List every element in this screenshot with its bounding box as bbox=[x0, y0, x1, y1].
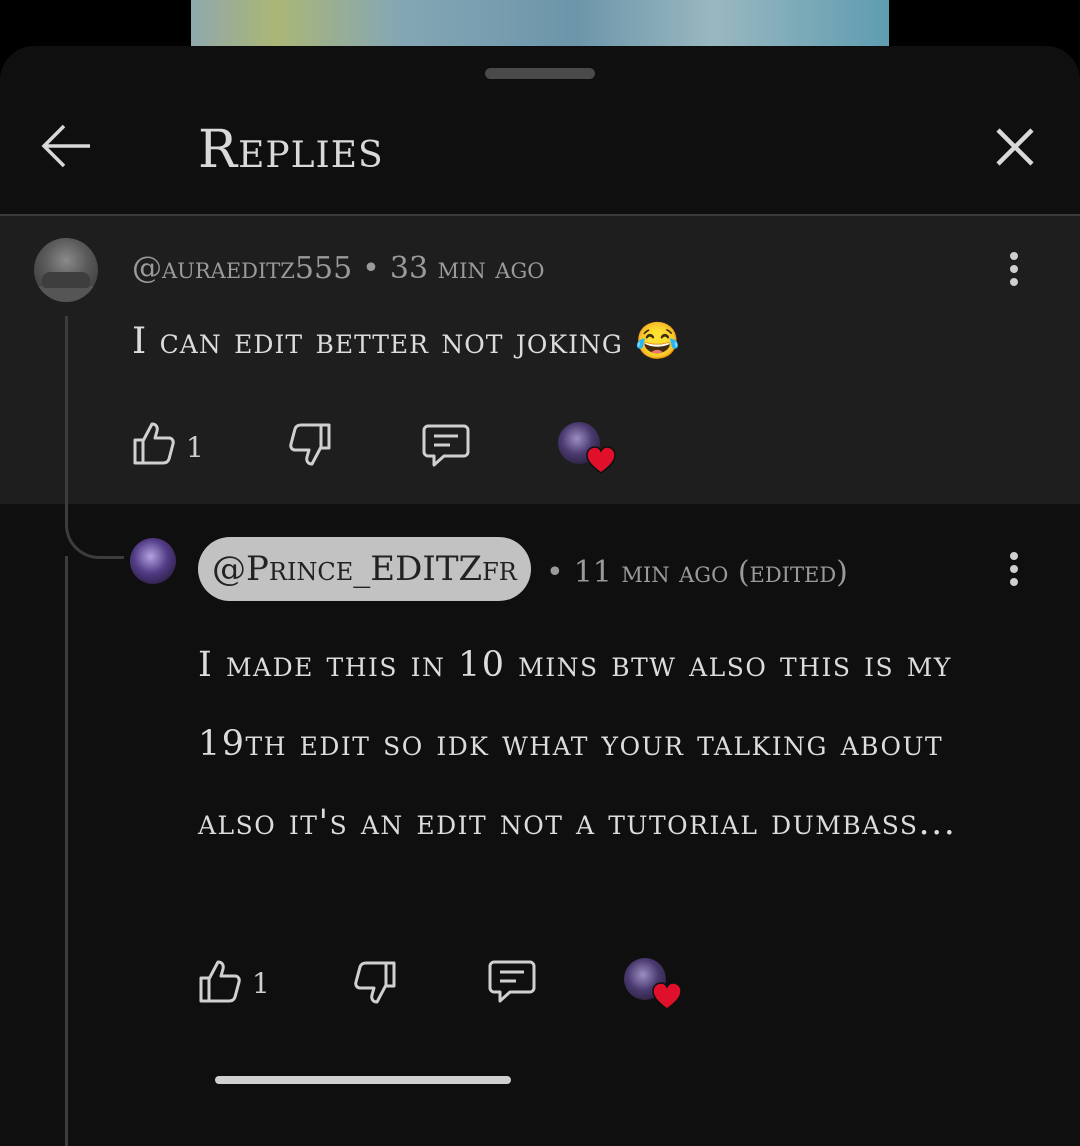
close-icon[interactable] bbox=[990, 122, 1040, 172]
reply-time: 11 min ago (edited) bbox=[573, 555, 848, 590]
reply-author-pill[interactable]: @Prince_EDITZfr bbox=[198, 537, 531, 601]
back-arrow-icon[interactable] bbox=[40, 118, 96, 174]
more-vert-icon[interactable] bbox=[1004, 248, 1024, 292]
comment-author[interactable]: @auraeditz555 bbox=[132, 251, 352, 286]
like-button[interactable] bbox=[198, 958, 242, 1004]
thumbs-down-icon bbox=[354, 961, 396, 1004]
reply-author: @Prince_EDITZfr bbox=[212, 549, 517, 589]
reply-icon bbox=[488, 960, 536, 1003]
reply-text: I made this in 10 mins btw also this is … bbox=[198, 645, 957, 843]
creator-heart bbox=[624, 958, 682, 1010]
thumbs-up-icon bbox=[199, 960, 241, 1003]
drag-handle[interactable] bbox=[485, 68, 595, 79]
comment-time: 33 min ago bbox=[389, 251, 545, 286]
thread-line bbox=[65, 316, 68, 506]
comment-meta: @auraeditz555 • 33 min ago bbox=[132, 251, 545, 286]
thread-line bbox=[65, 556, 68, 1146]
parent-comment: @auraeditz555 • 33 min ago I can edit bett… bbox=[0, 216, 1080, 504]
thumbs-up-icon bbox=[133, 422, 175, 465]
avatar[interactable] bbox=[130, 538, 176, 584]
avatar[interactable] bbox=[34, 238, 98, 302]
reply-button[interactable] bbox=[422, 422, 470, 468]
reply-icon bbox=[422, 424, 470, 467]
heart-icon bbox=[586, 446, 616, 474]
reply-button[interactable] bbox=[488, 958, 536, 1004]
like-count: 1 bbox=[186, 431, 204, 464]
heart-icon bbox=[652, 982, 682, 1010]
creator-heart bbox=[558, 422, 616, 474]
replies-sheet: Replies @auraeditz555 • 33 min ago I can e… bbox=[0, 46, 1080, 1146]
like-button[interactable] bbox=[132, 420, 176, 466]
video-preview bbox=[191, 0, 889, 46]
like-count: 1 bbox=[252, 967, 270, 1000]
reply-meta: • 11 min ago (edited) bbox=[546, 555, 848, 590]
home-indicator bbox=[215, 1076, 511, 1084]
page-title: Replies bbox=[198, 120, 384, 180]
thread-connector bbox=[65, 506, 124, 559]
more-vert-icon[interactable] bbox=[1004, 548, 1024, 592]
comment-text: I can edit better not joking 😂 bbox=[132, 321, 682, 362]
thumbs-down-icon bbox=[289, 423, 331, 466]
dislike-button[interactable] bbox=[288, 422, 332, 468]
dislike-button[interactable] bbox=[353, 960, 397, 1006]
